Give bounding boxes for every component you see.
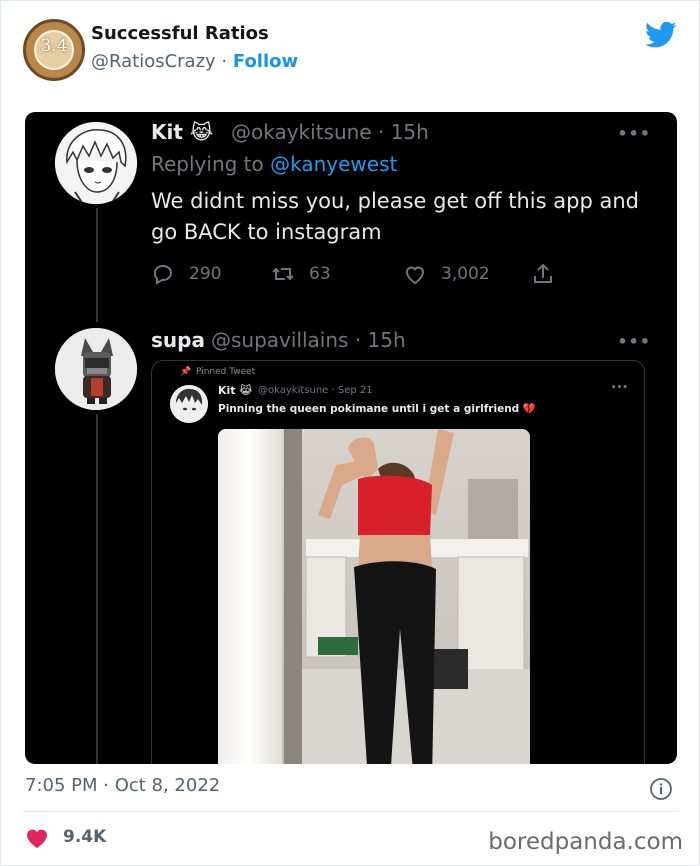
tweet1-time[interactable]: 15h: [391, 120, 429, 144]
quoted-tweet[interactable]: 📌 Pinned Tweet Kit 😹 @okaykitsune · Sep …: [151, 360, 645, 764]
thread-line: [96, 208, 98, 322]
supa-avatar: [55, 328, 137, 410]
tweet-embed-card: 3.4 Successful Ratios @RatiosCrazy · Fol…: [0, 0, 700, 866]
likes-count[interactable]: 9.4K: [63, 827, 106, 847]
quoted-body: Pinning the queen pokimane until i get a…: [218, 402, 536, 415]
separator: ·: [215, 51, 233, 72]
tweet2-more-icon[interactable]: •••: [617, 332, 651, 351]
like-count: 3,002: [441, 264, 490, 284]
tweet1-handle[interactable]: @okaykitsune: [231, 120, 372, 144]
embed-header: 3.4 Successful Ratios @RatiosCrazy · Fol…: [23, 19, 679, 83]
tweet1-meta: @okaykitsune · 15h: [231, 120, 429, 144]
embedded-screenshot[interactable]: Kit 😹 @okaykitsune · 15h ••• Replying to…: [25, 112, 677, 764]
pinned-label: Pinned Tweet: [196, 367, 256, 377]
replying-to: Replying to @kanyewest: [151, 152, 397, 176]
account-handle-row: @RatiosCrazy · Follow: [91, 51, 298, 72]
share-button[interactable]: [531, 262, 569, 286]
replying-prefix: Replying to: [151, 152, 271, 176]
quoted-photo[interactable]: [218, 429, 530, 764]
tweet2-time[interactable]: 15h: [368, 328, 406, 352]
tweet2-handle[interactable]: @supavillains: [211, 328, 348, 352]
kit-avatar: [55, 122, 137, 204]
quoted-handle[interactable]: @okaykitsune: [258, 385, 328, 396]
account-name[interactable]: Successful Ratios: [91, 23, 269, 44]
tweet1-name[interactable]: Kit 😹: [151, 120, 213, 144]
reply-count: 290: [189, 264, 222, 284]
thread-line: [96, 414, 98, 764]
share-icon: [534, 263, 552, 283]
watermark: boredpanda.com: [488, 829, 683, 855]
dot-separator: ·: [371, 120, 391, 144]
reply-icon: [153, 264, 173, 285]
dot-separator: ·: [328, 385, 338, 396]
tweet2-meta: @supavillains · 15h: [211, 328, 406, 352]
reply-button[interactable]: 290: [151, 262, 221, 286]
tweet1-more-icon[interactable]: •••: [617, 124, 651, 143]
crying-cat-emoji: 😹: [239, 384, 253, 397]
mention-link[interactable]: @kanyewest: [270, 152, 397, 176]
quoted-avatar: [170, 385, 208, 423]
quoted-meta: @okaykitsune · Sep 21: [258, 385, 373, 396]
info-icon[interactable]: [649, 777, 673, 801]
tweet1-name-text: Kit: [151, 120, 183, 144]
divider: [23, 811, 679, 812]
tweet1-actions: 290 63 3,002: [151, 262, 591, 286]
quoted-name[interactable]: Kit 😹: [218, 384, 252, 397]
quoted-more-icon[interactable]: •••: [611, 383, 628, 393]
crying-cat-emoji: 😹: [189, 120, 214, 144]
pin-icon: 📌: [180, 367, 192, 377]
dot-separator: ·: [348, 328, 368, 352]
retweet-icon: [272, 267, 294, 281]
broken-heart-emoji: 💔: [522, 403, 536, 415]
quoted-body-text: Pinning the queen pokimane until i get a…: [218, 403, 520, 415]
quoted-name-text: Kit: [218, 384, 236, 397]
tweet-timestamp[interactable]: 7:05 PM · Oct 8, 2022: [25, 775, 220, 796]
retweet-button[interactable]: 63: [271, 262, 331, 286]
tweet2-name[interactable]: supa: [151, 328, 205, 352]
like-button[interactable]: 3,002: [403, 262, 490, 286]
heart-icon[interactable]: [25, 827, 49, 849]
tweet1-body: We didnt miss you, please get off this a…: [151, 189, 639, 244]
follow-button[interactable]: Follow: [233, 51, 298, 72]
twitter-bird-icon[interactable]: [645, 21, 677, 49]
like-icon: [405, 266, 425, 285]
account-handle[interactable]: @RatiosCrazy: [91, 51, 216, 72]
retweet-count: 63: [309, 264, 331, 284]
account-avatar[interactable]: 3.4: [23, 19, 85, 81]
avatar-text: 3.4: [40, 36, 68, 56]
quoted-time[interactable]: Sep 21: [338, 385, 373, 396]
